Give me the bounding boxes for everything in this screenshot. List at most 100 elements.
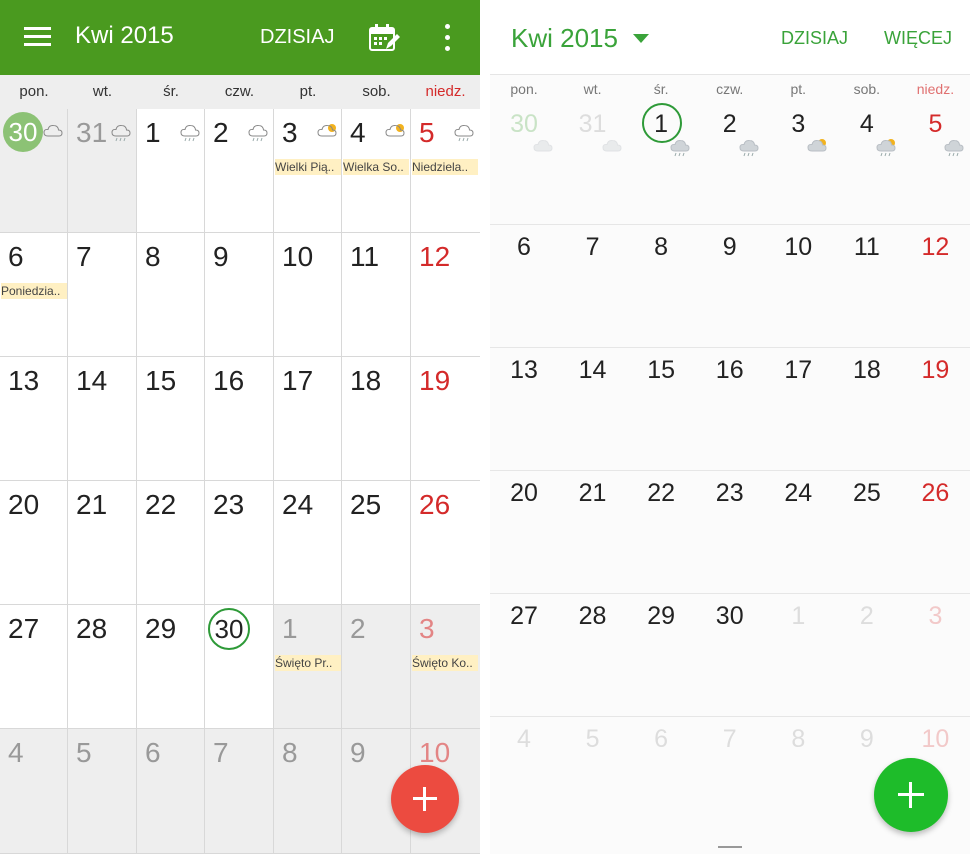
day-cell[interactable]: 27 xyxy=(0,605,68,729)
day-cell[interactable]: 17 xyxy=(764,348,832,470)
day-cell[interactable]: 3 xyxy=(764,102,832,224)
day-cell[interactable]: 11 xyxy=(833,225,901,347)
day-cell[interactable]: 4 xyxy=(0,729,68,854)
event-chip[interactable]: Święto Pr.. xyxy=(275,655,341,671)
day-cell[interactable]: 16 xyxy=(696,348,764,470)
day-cell[interactable]: 13 xyxy=(490,348,558,470)
day-cell[interactable]: 2 xyxy=(205,109,274,233)
day-cell[interactable]: 9 xyxy=(696,225,764,347)
day-cell[interactable]: 10 xyxy=(274,233,342,357)
event-chip[interactable]: Wielka So.. xyxy=(343,159,409,175)
day-cell[interactable]: 19 xyxy=(901,348,969,470)
dropdown-caret-icon[interactable] xyxy=(633,34,649,43)
event-chip[interactable]: Poniedzia.. xyxy=(1,283,67,299)
day-cell[interactable]: 17 xyxy=(274,357,342,481)
day-cell[interactable]: 22 xyxy=(627,471,695,593)
month-title[interactable]: Kwi 2015 xyxy=(511,23,618,54)
day-cell[interactable]: 6 xyxy=(627,717,695,839)
today-button[interactable]: DZISIAJ xyxy=(781,28,848,49)
day-cell[interactable]: 29 xyxy=(137,605,205,729)
day-cell[interactable]: 1 xyxy=(627,102,695,224)
calendar-edit-icon[interactable] xyxy=(369,24,401,52)
event-chip[interactable]: Niedziela.. xyxy=(412,159,478,175)
day-cell[interactable]: 25 xyxy=(342,481,411,605)
day-cell[interactable]: 1 xyxy=(764,594,832,716)
day-cell[interactable]: 3 Wielki Pią.. xyxy=(274,109,342,233)
day-number: 28 xyxy=(76,613,108,644)
add-event-button[interactable] xyxy=(391,765,459,833)
day-cell[interactable]: 16 xyxy=(205,357,274,481)
event-chip[interactable]: Wielki Pią.. xyxy=(275,159,341,175)
day-cell[interactable]: 11 xyxy=(342,233,411,357)
day-cell[interactable]: 1 xyxy=(137,109,205,233)
day-cell[interactable]: 29 xyxy=(627,594,695,716)
day-cell[interactable]: 23 xyxy=(205,481,274,605)
overflow-menu-icon[interactable] xyxy=(444,24,452,52)
day-cell[interactable]: 26 xyxy=(411,481,480,605)
day-cell[interactable]: 7 xyxy=(68,233,137,357)
day-cell[interactable]: 13 xyxy=(0,357,68,481)
day-cell[interactable]: 26 xyxy=(901,471,969,593)
day-cell[interactable]: 25 xyxy=(833,471,901,593)
day-cell[interactable]: 21 xyxy=(68,481,137,605)
day-cell[interactable]: 5 xyxy=(68,729,137,854)
day-cell[interactable]: 2 xyxy=(833,594,901,716)
day-cell[interactable]: 27 xyxy=(490,594,558,716)
day-cell[interactable]: 30 xyxy=(205,605,274,729)
day-cell[interactable]: 15 xyxy=(627,348,695,470)
today-button[interactable]: DZISIAJ xyxy=(260,26,334,49)
day-cell[interactable]: 9 xyxy=(205,233,274,357)
day-cell[interactable]: 10 xyxy=(764,225,832,347)
day-cell[interactable]: 12 xyxy=(411,233,480,357)
day-cell[interactable]: 5 Niedziela.. xyxy=(411,109,480,233)
more-button[interactable]: WIĘCEJ xyxy=(884,28,952,49)
day-cell[interactable]: 7 xyxy=(696,717,764,839)
day-cell[interactable]: 8 xyxy=(764,717,832,839)
day-cell[interactable]: 4 xyxy=(833,102,901,224)
day-cell[interactable]: 2 xyxy=(342,605,411,729)
day-cell[interactable]: 22 xyxy=(137,481,205,605)
day-cell[interactable]: 15 xyxy=(137,357,205,481)
day-cell[interactable]: 4 Wielka So.. xyxy=(342,109,411,233)
day-cell[interactable]: 18 xyxy=(342,357,411,481)
day-cell[interactable]: 23 xyxy=(696,471,764,593)
day-cell[interactable]: 8 xyxy=(137,233,205,357)
day-cell[interactable]: 24 xyxy=(274,481,342,605)
day-cell[interactable]: 12 xyxy=(901,225,969,347)
day-cell[interactable]: 6 Poniedzia.. xyxy=(0,233,68,357)
day-cell[interactable]: 30 xyxy=(490,102,558,224)
day-cell[interactable]: 18 xyxy=(833,348,901,470)
day-cell[interactable]: 5 xyxy=(559,717,627,839)
day-cell[interactable]: 3 xyxy=(901,594,969,716)
day-cell[interactable]: 7 xyxy=(559,225,627,347)
day-number: 24 xyxy=(784,479,813,507)
day-cell[interactable]: 5 xyxy=(901,102,969,224)
add-event-button[interactable] xyxy=(874,758,948,832)
day-cell[interactable]: 19 xyxy=(411,357,480,481)
menu-icon[interactable] xyxy=(24,27,51,47)
day-cell[interactable]: 31 xyxy=(68,109,137,233)
day-cell[interactable]: 20 xyxy=(0,481,68,605)
month-title[interactable]: Kwi 2015 xyxy=(75,22,174,50)
day-cell[interactable]: 28 xyxy=(559,594,627,716)
day-cell[interactable]: 7 xyxy=(205,729,274,854)
drag-handle[interactable] xyxy=(718,846,742,848)
day-cell[interactable]: 8 xyxy=(627,225,695,347)
day-cell[interactable]: 31 xyxy=(559,102,627,224)
day-cell[interactable]: 30 xyxy=(696,594,764,716)
day-cell[interactable]: 20 xyxy=(490,471,558,593)
day-cell[interactable]: 3 Święto Ko.. xyxy=(411,605,480,729)
day-cell[interactable]: 6 xyxy=(490,225,558,347)
day-cell[interactable]: 1 Święto Pr.. xyxy=(274,605,342,729)
day-cell[interactable]: 24 xyxy=(764,471,832,593)
day-cell[interactable]: 6 xyxy=(137,729,205,854)
day-cell[interactable]: 2 xyxy=(696,102,764,224)
day-cell[interactable]: 21 xyxy=(559,471,627,593)
day-cell[interactable]: 8 xyxy=(274,729,342,854)
day-cell[interactable]: 28 xyxy=(68,605,137,729)
day-cell[interactable]: 30 xyxy=(0,109,68,233)
day-cell[interactable]: 4 xyxy=(490,717,558,839)
day-cell[interactable]: 14 xyxy=(559,348,627,470)
event-chip[interactable]: Święto Ko.. xyxy=(412,655,478,671)
day-cell[interactable]: 14 xyxy=(68,357,137,481)
